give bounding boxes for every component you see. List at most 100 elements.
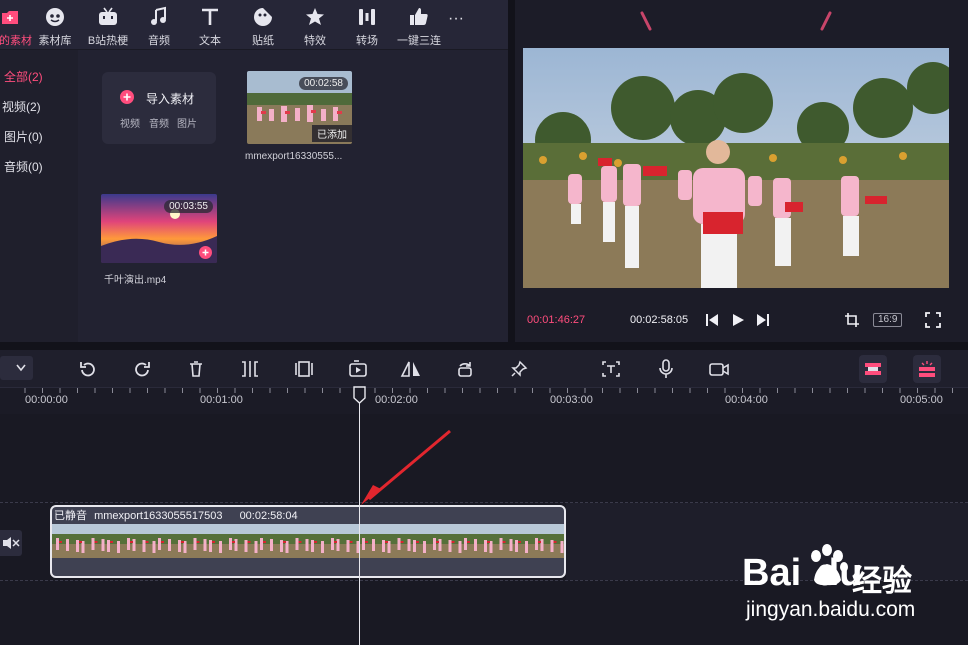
crop-icon[interactable] [844, 312, 860, 328]
record-camera-button[interactable] [708, 358, 730, 380]
timeline-ruler[interactable]: 00:00:00 00:01:00 00:02:00 00:03:00 00:0… [0, 388, 968, 414]
media-filename: mmexport16330555... [245, 151, 343, 162]
text-recognition-button[interactable] [600, 358, 622, 380]
tab-sticker[interactable]: 贴纸 [239, 4, 287, 48]
filmstrip-dancer [535, 538, 538, 550]
tab-triple[interactable]: 一键三连 [395, 4, 443, 48]
media-duration: 00:02:58 [299, 77, 348, 90]
filmstrip-fan [400, 541, 404, 543]
panel-divider[interactable] [0, 342, 968, 350]
filmstrip-fan [94, 541, 98, 543]
tab-my-media[interactable]: 我的素材 [0, 4, 34, 48]
filmstrip-dancer [438, 539, 442, 551]
timeline-toolbar [0, 350, 968, 388]
camera-icon [709, 363, 729, 376]
media-thumbnail-dance[interactable]: 00:02:58 已添加 [247, 71, 352, 144]
filmstrip-fan [59, 541, 62, 543]
tab-text[interactable]: 文本 [186, 4, 234, 48]
clip-duration: 00:02:58:04 [239, 510, 298, 522]
filmstrip-dancer [458, 541, 462, 553]
redo-button[interactable] [131, 358, 153, 380]
filmstrip-dancer [509, 539, 513, 551]
filmstrip-dancer [407, 539, 411, 551]
current-time: 00:01:46:27 [527, 314, 586, 326]
tab-effects[interactable]: 特效 [291, 4, 339, 48]
add-to-timeline-icon[interactable] [199, 246, 212, 259]
category-all[interactable]: 全部(2) [4, 68, 43, 85]
redo-icon [135, 362, 150, 377]
category-audio[interactable]: 音频(0) [4, 158, 43, 175]
tab-library[interactable]: 素材库 [31, 4, 79, 48]
watermark-url: jingyan.baidu.com [746, 598, 916, 621]
microphone-icon [659, 359, 673, 378]
filmstrip-dancer [127, 538, 130, 550]
record-voice-button[interactable] [655, 358, 677, 380]
previous-frame-icon[interactable] [705, 313, 719, 327]
dance-video-frame [523, 48, 949, 288]
linkage-icon [919, 361, 935, 377]
rotate-button[interactable] [454, 358, 476, 380]
filmstrip-dancer [107, 540, 110, 552]
filmstrip-dancer [158, 538, 161, 550]
filmstrip-fan [487, 541, 490, 543]
import-type-audio: 音频 [149, 119, 169, 130]
video-preview[interactable] [523, 48, 949, 288]
text-recognition-icon [602, 361, 620, 377]
linkage-toggle[interactable] [913, 355, 941, 383]
zoom-select[interactable] [0, 356, 33, 380]
more-tools-button[interactable]: ··· [448, 10, 464, 28]
filmstrip-dancer [321, 541, 324, 553]
filmstrip-dancer [397, 538, 401, 550]
freeze-button[interactable] [293, 358, 315, 380]
category-video[interactable]: 视频(2) [2, 98, 41, 115]
filmstrip-dancer [413, 540, 416, 552]
snap-toggle[interactable] [859, 355, 887, 383]
tab-audio[interactable]: 音频 [135, 4, 183, 48]
filmstrip-dancer [117, 541, 120, 553]
filmstrip-dancer [464, 538, 467, 550]
split-button[interactable] [239, 358, 261, 380]
mirror-button[interactable] [400, 358, 422, 380]
media-duration: 00:03:55 [164, 200, 213, 213]
music-note-icon [151, 6, 166, 25]
media-thumbnail-sunset[interactable]: 00:03:55 [101, 194, 217, 263]
annotation-arrow [361, 429, 451, 505]
media-filename: 千叶演出.mp4 [104, 275, 167, 286]
category-image[interactable]: 图片(0) [4, 128, 43, 145]
filmstrip-dancer [525, 541, 528, 553]
clip-name: mmexport1633055517503 [94, 510, 223, 522]
tab-label: 一键三连 [397, 35, 441, 47]
filmstrip-dancer [178, 540, 181, 552]
reverse-button[interactable] [347, 358, 369, 380]
ruler-ticks [24, 388, 953, 393]
fullscreen-icon[interactable] [925, 312, 941, 328]
filmstrip-fan [467, 541, 470, 543]
ruler-label: 00:03:00 [550, 394, 593, 406]
clip-header: 已静音 mmexport1633055517503 00:02:58:04 [52, 507, 564, 523]
filmstrip-dancer [260, 538, 263, 550]
clip-muted-label: 已静音 [54, 510, 87, 522]
next-frame-icon[interactable] [756, 313, 770, 327]
aspect-ratio-button[interactable]: 16:9 [873, 313, 903, 327]
filmstrip-dancer [254, 541, 258, 553]
delete-button[interactable] [185, 358, 207, 380]
playhead-handle[interactable] [353, 386, 366, 404]
filmstrip-fan [385, 541, 388, 543]
video-clip[interactable]: 已静音 mmexport1633055517503 00:02:58:04 [50, 505, 566, 578]
undo-button[interactable] [77, 358, 99, 380]
pin-button[interactable] [508, 358, 530, 380]
filmstrip-dancer [91, 538, 95, 550]
tab-bilibili[interactable]: B站热梗 [84, 4, 132, 48]
import-media-card[interactable]: 导入素材 视频 音频 图片 [102, 72, 216, 144]
pin-icon [511, 360, 528, 377]
top-toolbar: 我的素材 素材库 B站热梗 音频 文本 贴纸 特效 转场 一键三连 ··· [0, 0, 508, 50]
text-icon [202, 8, 218, 25]
tab-transition[interactable]: 转场 [343, 4, 391, 48]
clip-filmstrip [52, 524, 564, 558]
decor-dash-icon [640, 11, 652, 31]
filmstrip-dancer [168, 539, 171, 551]
play-icon[interactable] [731, 313, 745, 327]
panel-divider[interactable] [508, 0, 515, 342]
added-badge: 已添加 [312, 125, 352, 142]
track-mute-button[interactable] [0, 530, 22, 556]
